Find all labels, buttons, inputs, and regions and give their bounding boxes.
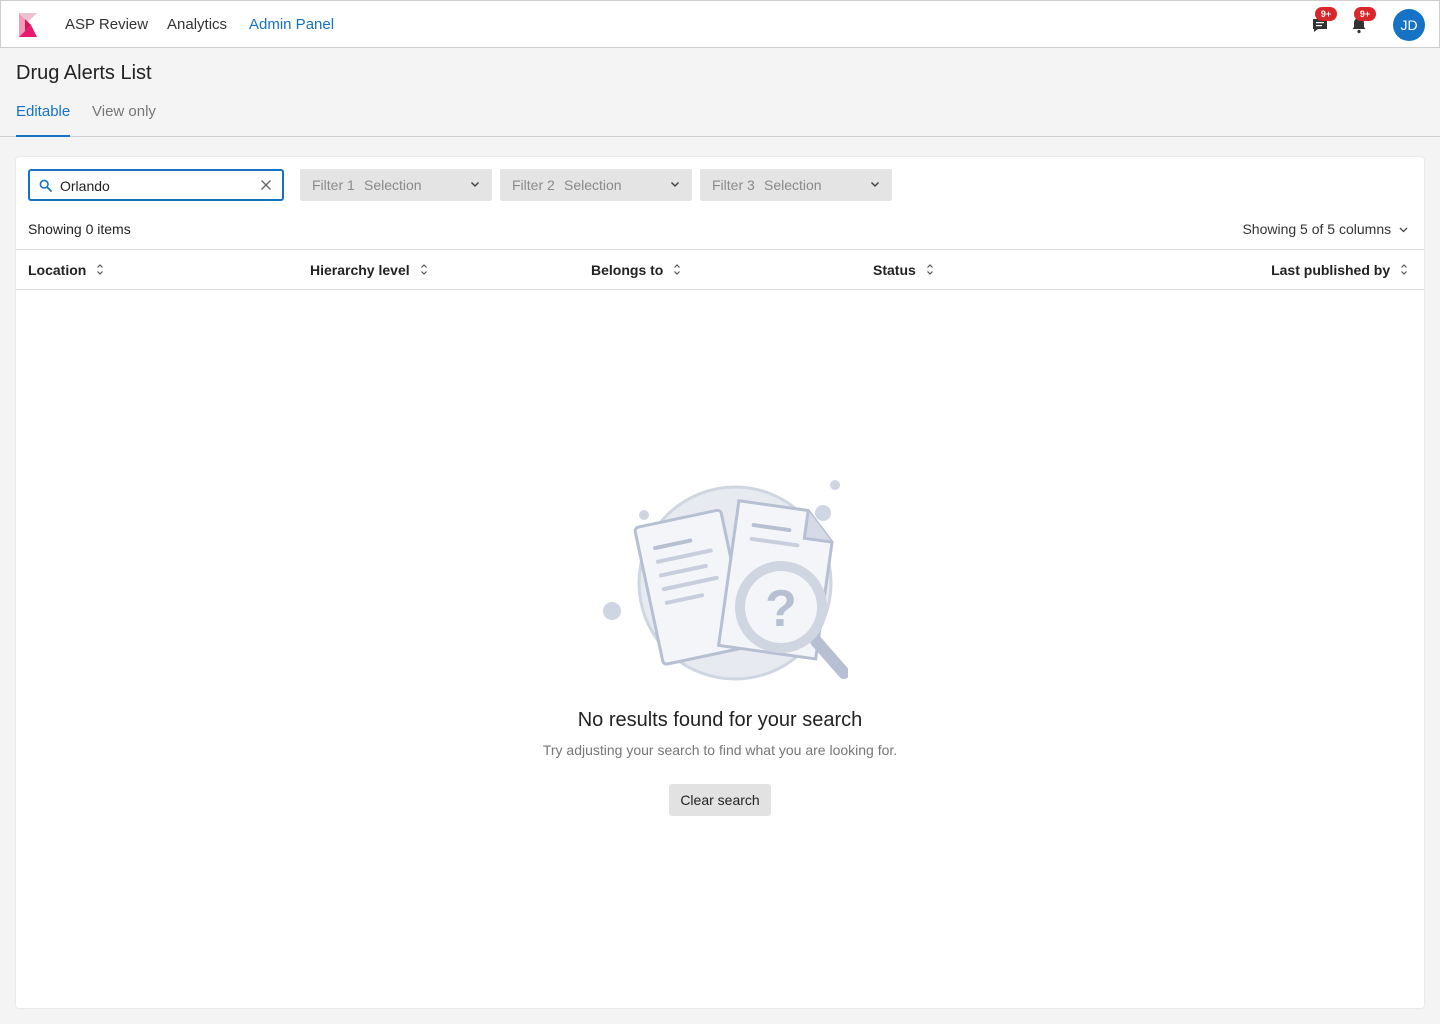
filter-value: Selection — [564, 177, 622, 193]
empty-state-subtitle: Try adjusting your search to find what y… — [542, 742, 898, 758]
column-header-status[interactable]: Status — [873, 262, 934, 278]
search-box[interactable] — [28, 169, 284, 201]
chevron-down-icon — [1399, 227, 1408, 233]
column-label: Status — [873, 262, 916, 278]
filter-1-dropdown[interactable]: Filter 1 Selection — [300, 169, 492, 201]
drug-alerts-card: Filter 1 Selection Filter 2 Selection Fi… — [16, 157, 1424, 1008]
clear-search-button[interactable]: Clear search — [669, 784, 771, 816]
empty-state-title: No results found for your search — [577, 709, 863, 731]
filter-value: Selection — [364, 177, 422, 193]
filter-2-dropdown[interactable]: Filter 2 Selection — [500, 169, 692, 201]
column-header-last-published-by[interactable]: Last published by — [1271, 262, 1408, 278]
search-icon — [39, 179, 52, 192]
column-header-location[interactable]: Location — [28, 262, 104, 278]
columns-toggle-label: Showing 5 of 5 columns — [1242, 221, 1392, 237]
clear-search-icon[interactable] — [260, 179, 272, 191]
column-header-hierarchy-level[interactable]: Hierarchy level — [310, 262, 428, 278]
page-title: Drug Alerts List — [16, 62, 152, 84]
user-avatar[interactable]: JD — [1393, 9, 1425, 41]
filter-label: Filter 3 — [712, 177, 755, 193]
tab-bar: Editable View only — [0, 96, 1440, 137]
top-navigation-bar: ASP Review Analytics Admin Panel 9+ 9+ J… — [0, 0, 1440, 48]
column-label: Location — [28, 262, 87, 278]
nav-link-admin-panel[interactable]: Admin Panel — [249, 16, 334, 33]
chevron-down-icon — [470, 181, 480, 188]
nav-link-asp-review[interactable]: ASP Review — [65, 16, 148, 33]
tab-view-only[interactable]: View only — [92, 103, 156, 137]
sort-icon — [1401, 264, 1407, 275]
sort-icon — [926, 264, 933, 275]
nav-link-analytics[interactable]: Analytics — [167, 16, 227, 33]
column-header-belongs-to[interactable]: Belongs to — [591, 262, 681, 278]
columns-toggle[interactable]: Showing 5 of 5 columns — [1242, 221, 1408, 237]
item-count: Showing 0 items — [28, 221, 131, 237]
filter-label: Filter 2 — [512, 177, 555, 193]
sort-icon — [420, 264, 427, 275]
app-logo[interactable] — [17, 13, 39, 37]
column-label: Belongs to — [591, 262, 664, 278]
sort-icon — [674, 264, 681, 275]
no-results-illustration-icon: ? — [603, 480, 848, 681]
table-header: Location Hierarchy level Belongs to Stat… — [16, 249, 1424, 290]
search-input[interactable] — [60, 175, 250, 197]
chevron-down-icon — [870, 181, 880, 188]
filter-label: Filter 1 — [312, 177, 355, 193]
tab-editable[interactable]: Editable — [16, 103, 71, 137]
column-label: Hierarchy level — [310, 262, 410, 278]
column-label: Last published by — [1271, 262, 1391, 278]
filter-value: Selection — [764, 177, 822, 193]
messages-badge: 9+ — [1315, 7, 1337, 21]
svg-text:?: ? — [765, 580, 797, 638]
notifications-badge: 9+ — [1354, 7, 1376, 21]
sort-icon — [97, 264, 104, 275]
filter-3-dropdown[interactable]: Filter 3 Selection — [700, 169, 892, 201]
chevron-down-icon — [670, 181, 680, 188]
